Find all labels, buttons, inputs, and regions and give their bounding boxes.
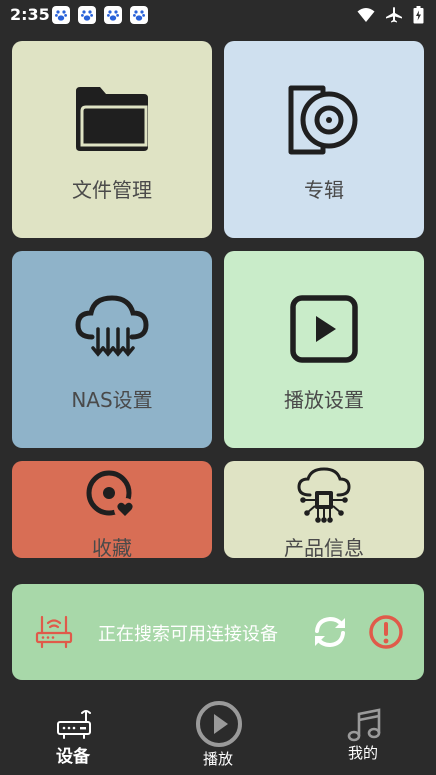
airplane-icon <box>385 6 403 28</box>
device-icon <box>56 708 92 744</box>
file-manager-label: 文件管理 <box>72 178 152 202</box>
playback-settings-label: 播放设置 <box>284 388 364 412</box>
nav-item-play[interactable]: 播放 <box>158 690 278 775</box>
disc-icon <box>287 85 361 159</box>
device-search-card[interactable]: 正在搜索可用连接设备 <box>12 584 424 680</box>
nav-item-mine[interactable]: 我的 <box>303 690 423 775</box>
router-icon <box>34 615 74 653</box>
baidu-paw-icon <box>130 6 148 24</box>
bottom-nav: 设备 播放 我的 <box>0 690 436 775</box>
status-icons <box>357 6 424 28</box>
folder-icon <box>74 85 150 157</box>
baidu-paw-icon <box>52 6 70 24</box>
nas-settings-tile[interactable]: NAS设置 <box>12 251 212 448</box>
favorites-label: 收藏 <box>92 536 132 558</box>
album-tile[interactable]: 专辑 <box>224 41 424 238</box>
play-circle-icon <box>195 700 243 752</box>
nav-item-device[interactable]: 设备 <box>13 690 133 775</box>
status-time: 2:35 <box>10 5 50 24</box>
nav-label-play: 播放 <box>202 750 233 768</box>
search-status-text: 正在搜索可用连接设备 <box>98 624 278 645</box>
alert-icon[interactable] <box>368 614 404 654</box>
favorite-disc-icon <box>85 469 139 525</box>
nav-label-mine: 我的 <box>347 744 378 762</box>
nas-settings-label: NAS设置 <box>71 388 153 412</box>
baidu-paw-icon <box>104 6 122 24</box>
battery-charging-icon <box>413 6 424 28</box>
baidu-paw-icon <box>78 6 96 24</box>
wifi-icon <box>357 7 375 27</box>
product-info-label: 产品信息 <box>284 536 364 558</box>
product-info-tile[interactable]: 产品信息 <box>224 461 424 558</box>
album-label: 专辑 <box>304 178 344 202</box>
music-note-icon <box>346 708 382 746</box>
favorites-tile[interactable]: 收藏 <box>12 461 212 558</box>
refresh-icon[interactable] <box>312 614 348 654</box>
cloud-chip-icon <box>296 467 352 527</box>
cloud-download-icon <box>74 295 150 365</box>
playback-settings-tile[interactable]: 播放设置 <box>224 251 424 448</box>
play-square-icon <box>290 295 358 367</box>
nav-label-device: 设备 <box>56 747 90 767</box>
status-bar: 2:35 <box>0 0 436 30</box>
file-manager-tile[interactable]: 文件管理 <box>12 41 212 238</box>
